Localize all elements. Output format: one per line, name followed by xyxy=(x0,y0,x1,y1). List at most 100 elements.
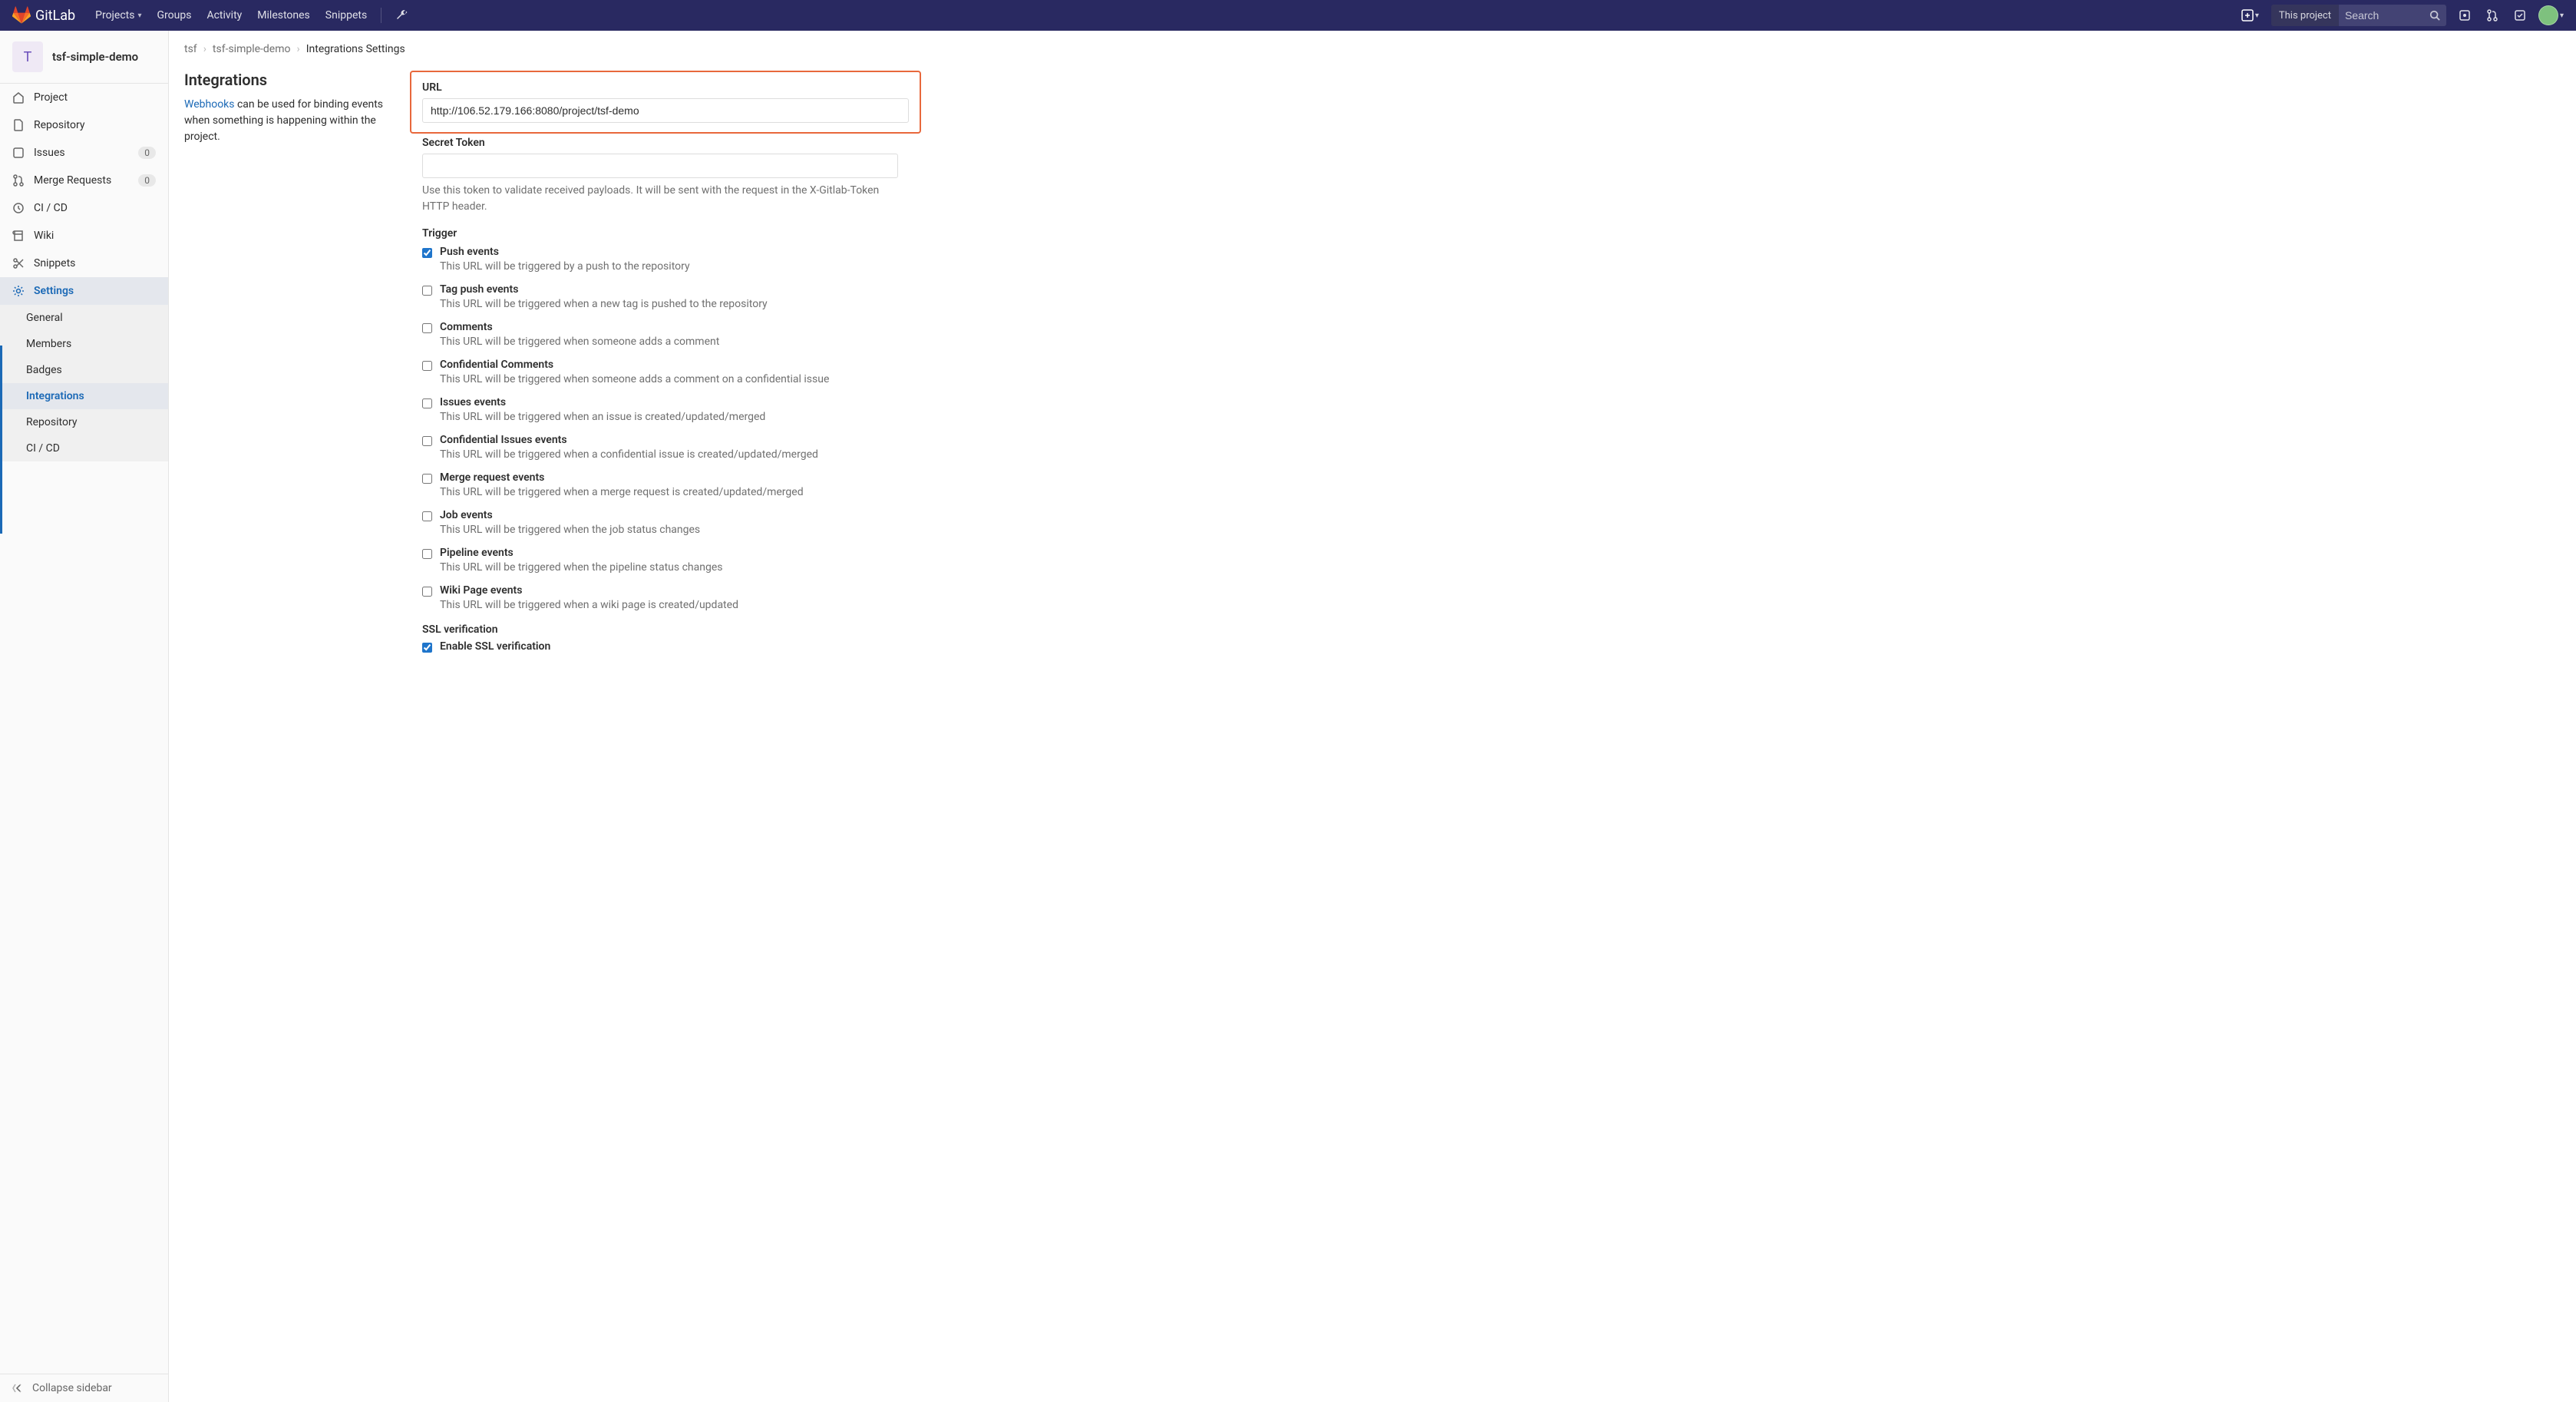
sidebar-item-cicd[interactable]: CI / CD xyxy=(0,194,168,222)
trigger-merge_request: Merge request eventsThis URL will be tri… xyxy=(422,471,898,504)
ssl-section-label: SSL verification xyxy=(422,623,898,636)
trigger-checkbox-wiki[interactable] xyxy=(422,587,432,597)
trigger-desc: This URL will be triggered when the job … xyxy=(440,524,898,536)
search-button[interactable] xyxy=(2423,10,2446,21)
navbar-left: GitLab Projects▾ Groups Activity Milesto… xyxy=(12,2,415,29)
book-icon xyxy=(12,230,25,242)
nav-activity[interactable]: Activity xyxy=(199,2,249,29)
settings-subnav: General Members Badges Integrations Repo… xyxy=(0,305,168,461)
project-name: tsf-simple-demo xyxy=(52,50,138,64)
trigger-title: Push events xyxy=(440,246,898,258)
trigger-conf_comments: Confidential CommentsThis URL will be tr… xyxy=(422,359,898,392)
collapse-sidebar-button[interactable]: Collapse sidebar xyxy=(0,1374,168,1402)
todo-icon xyxy=(2514,9,2526,21)
trigger-desc: This URL will be triggered when a new ta… xyxy=(440,298,898,310)
trigger-desc: This URL will be triggered when the pipe… xyxy=(440,561,898,574)
trigger-checkbox-merge_request[interactable] xyxy=(422,474,432,484)
integrations-help-text: Webhooks can be used for binding events … xyxy=(184,97,407,145)
trigger-title: Pipeline events xyxy=(440,547,898,559)
admin-wrench-button[interactable] xyxy=(388,2,415,29)
gitlab-logo[interactable]: GitLab xyxy=(12,6,81,25)
trigger-desc: This URL will be triggered when someone … xyxy=(440,373,898,385)
rocket-icon xyxy=(12,202,25,214)
nav-snippets[interactable]: Snippets xyxy=(318,2,375,29)
secret-token-label: Secret Token xyxy=(422,137,898,149)
merge-requests-shortcut[interactable] xyxy=(2483,6,2502,25)
trigger-title: Issues events xyxy=(440,396,898,408)
trigger-checkbox-tag_push[interactable] xyxy=(422,286,432,296)
issues-shortcut[interactable] xyxy=(2455,6,2474,25)
trigger-wiki: Wiki Page events This URL will be trigger… xyxy=(422,584,898,617)
trigger-desc: This URL will be triggered when someone … xyxy=(440,336,898,348)
nav-milestones[interactable]: Milestones xyxy=(249,2,318,29)
sidebar-nav: Project Repository Issues 0 Merge Reques… xyxy=(0,84,168,1374)
nav-groups[interactable]: Groups xyxy=(150,2,200,29)
trigger-desc: This URL will be triggered when an issue… xyxy=(440,411,898,423)
trigger-checkbox-push[interactable] xyxy=(422,248,432,258)
trigger-title: Tag push events xyxy=(440,283,898,296)
trigger-title: Job events xyxy=(440,509,898,521)
trigger-title: Wiki Page events xyxy=(440,584,898,597)
search-icon xyxy=(2429,10,2440,21)
brand-text: GitLab xyxy=(35,8,75,24)
url-highlight-box: URL xyxy=(410,71,921,134)
home-icon xyxy=(12,91,25,104)
main-content: tsf › tsf-simple-demo › Integrations Set… xyxy=(169,31,2576,1402)
ssl-checkbox[interactable] xyxy=(422,643,432,653)
trigger-desc: This URL will be triggered when a wiki p… xyxy=(440,599,898,611)
chevron-right-icon: › xyxy=(203,43,206,55)
sidebar-item-wiki[interactable]: Wiki xyxy=(0,222,168,250)
sidebar-item-snippets[interactable]: Snippets xyxy=(0,250,168,277)
user-menu[interactable]: ▾ xyxy=(2538,5,2564,25)
search-scope[interactable]: This project xyxy=(2271,5,2339,26)
sidebar-item-issues[interactable]: Issues 0 xyxy=(0,139,168,167)
new-dropdown-button[interactable]: ▾ xyxy=(2238,6,2262,25)
subnav-general[interactable]: General xyxy=(0,305,168,331)
todos-shortcut[interactable] xyxy=(2511,6,2529,25)
breadcrumb-project[interactable]: tsf-simple-demo xyxy=(213,43,291,55)
trigger-tag_push: Tag push events This URL will be triggere… xyxy=(422,283,898,316)
trigger-comments: CommentsThis URL will be triggered when … xyxy=(422,321,898,354)
sidebar-project-header[interactable]: T tsf-simple-demo xyxy=(0,31,168,84)
project-avatar: T xyxy=(12,41,43,72)
sidebar-item-project[interactable]: Project xyxy=(0,84,168,111)
subnav-members[interactable]: Members xyxy=(0,331,168,357)
nav-projects[interactable]: Projects▾ xyxy=(88,2,149,29)
subnav-integrations[interactable]: Integrations xyxy=(0,383,168,409)
search-input[interactable] xyxy=(2339,9,2423,21)
trigger-title: Confidential Issues events xyxy=(440,434,898,446)
breadcrumb-group[interactable]: tsf xyxy=(184,43,197,55)
issues-icon xyxy=(12,147,25,159)
trigger-checkbox-pipeline[interactable] xyxy=(422,549,432,559)
wrench-icon xyxy=(395,9,408,21)
file-icon xyxy=(12,119,25,131)
subnav-repository[interactable]: Repository xyxy=(0,409,168,435)
trigger-conf_issues: Confidential Issues eventsThis URL will … xyxy=(422,434,898,467)
url-label: URL xyxy=(422,81,909,94)
content-row: Integrations Webhooks can be used for bi… xyxy=(184,71,2561,653)
secret-token-input[interactable] xyxy=(422,154,898,178)
webhooks-link[interactable]: Webhooks xyxy=(184,98,235,111)
secret-token-help: Use this token to validate received payl… xyxy=(422,183,898,215)
breadcrumb: tsf › tsf-simple-demo › Integrations Set… xyxy=(184,43,2561,55)
trigger-pipeline: Pipeline events This URL will be triggere… xyxy=(422,547,898,580)
sidebar-item-repository[interactable]: Repository xyxy=(0,111,168,139)
subnav-cicd[interactable]: CI / CD xyxy=(0,435,168,461)
trigger-checkbox-conf_comments[interactable] xyxy=(422,361,432,371)
trigger-checkbox-issues[interactable] xyxy=(422,398,432,408)
collapse-icon xyxy=(12,1382,25,1394)
trigger-push: Push events This URL will be triggered by… xyxy=(422,246,898,279)
trigger-checkbox-comments[interactable] xyxy=(422,323,432,333)
top-navbar: GitLab Projects▾ Groups Activity Milesto… xyxy=(0,0,2576,31)
sidebar-item-settings[interactable]: Settings xyxy=(0,277,168,305)
url-input[interactable] xyxy=(422,98,909,123)
integrations-description: Integrations Webhooks can be used for bi… xyxy=(184,71,407,653)
active-indicator xyxy=(0,346,2,534)
sidebar-item-merge-requests[interactable]: Merge Requests 0 xyxy=(0,167,168,194)
subnav-badges[interactable]: Badges xyxy=(0,357,168,383)
chevron-down-icon: ▾ xyxy=(137,12,141,20)
trigger-desc: This URL will be triggered by a push to … xyxy=(440,260,898,273)
trigger-checkbox-conf_issues[interactable] xyxy=(422,436,432,446)
scissors-icon xyxy=(12,257,25,269)
trigger-checkbox-job[interactable] xyxy=(422,511,432,521)
